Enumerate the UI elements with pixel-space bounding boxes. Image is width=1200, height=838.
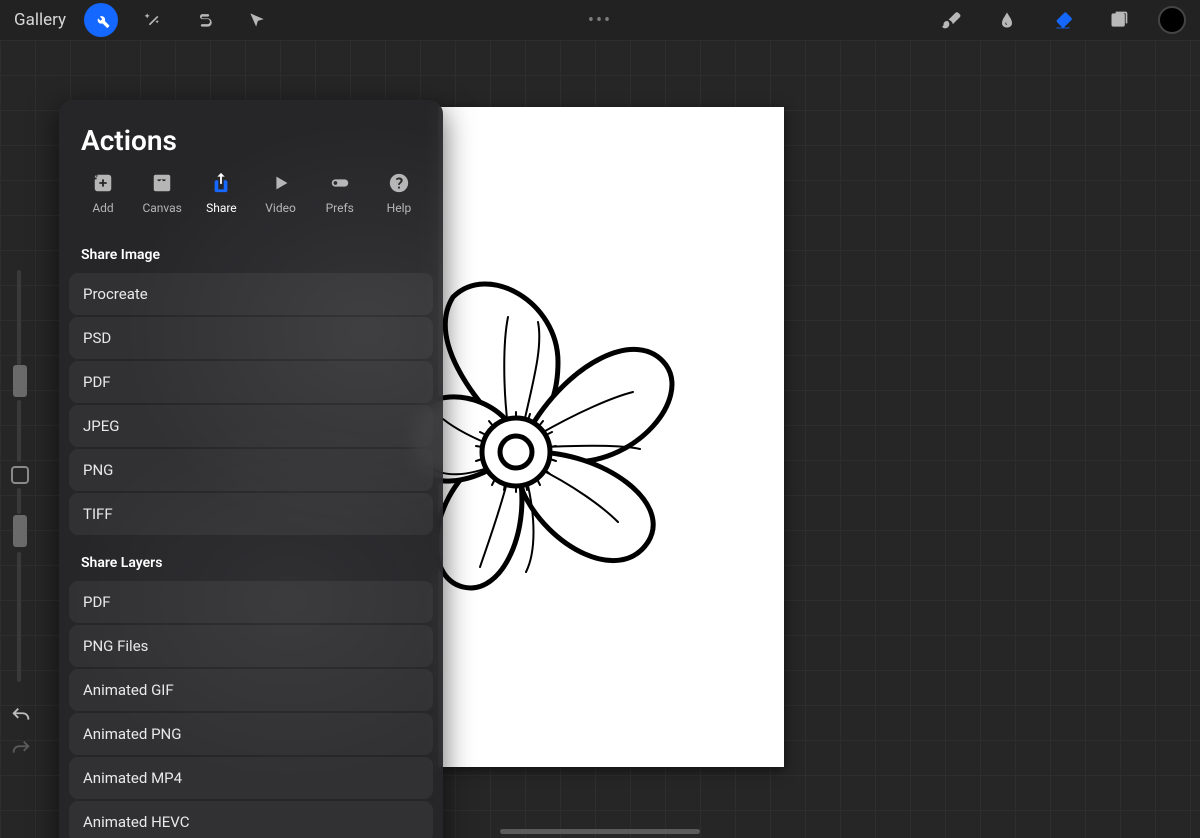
share-image-list: Procreate PSD PDF JPEG PNG TIFF xyxy=(59,273,443,535)
tab-video[interactable]: Video xyxy=(257,171,305,215)
modify-button[interactable] xyxy=(11,466,29,484)
smudge-icon[interactable] xyxy=(990,3,1024,37)
brush-size-slider-thumb[interactable] xyxy=(13,365,27,397)
share-layers-animated-png[interactable]: Animated PNG xyxy=(69,713,433,755)
share-layers-animated-mp4[interactable]: Animated MP4 xyxy=(69,757,433,799)
adjustments-wand-icon[interactable] xyxy=(136,3,170,37)
share-layers-list: PDF PNG Files Animated GIF Animated PNG … xyxy=(59,581,443,838)
share-layers-animated-hevc[interactable]: Animated HEVC xyxy=(69,801,433,838)
plus-square-icon xyxy=(89,171,117,195)
share-layers-animated-gif[interactable]: Animated GIF xyxy=(69,669,433,711)
eraser-icon[interactable] xyxy=(1046,3,1080,37)
opacity-track-upper[interactable] xyxy=(17,488,21,514)
actions-tab-row: Add Canvas Share xyxy=(59,171,443,229)
tab-canvas[interactable]: Canvas xyxy=(138,171,186,215)
selection-s-icon[interactable] xyxy=(188,3,222,37)
brush-size-track-lower[interactable] xyxy=(17,400,21,462)
opacity-slider-thumb[interactable] xyxy=(13,515,27,547)
share-up-icon xyxy=(207,171,235,195)
actions-wrench-icon[interactable] xyxy=(84,3,118,37)
home-indicator xyxy=(500,829,700,834)
top-toolbar: Gallery ••• xyxy=(0,0,1200,40)
share-pdf[interactable]: PDF xyxy=(69,361,433,403)
share-procreate[interactable]: Procreate xyxy=(69,273,433,315)
share-png[interactable]: PNG xyxy=(69,449,433,491)
gallery-link[interactable]: Gallery xyxy=(14,10,66,30)
section-share-layers: Share Layers xyxy=(59,537,443,581)
canvas-crop-icon xyxy=(148,171,176,195)
toolbar-left: Gallery xyxy=(14,3,274,37)
transform-arrow-icon[interactable] xyxy=(240,3,274,37)
tab-label: Video xyxy=(265,201,296,215)
share-layers-png-files[interactable]: PNG Files xyxy=(69,625,433,667)
workspace-grid: Actions Add Canvas xyxy=(0,40,1200,838)
brush-size-track[interactable] xyxy=(17,270,21,365)
share-layers-pdf[interactable]: PDF xyxy=(69,581,433,623)
tab-label: Canvas xyxy=(142,201,181,215)
brush-icon[interactable] xyxy=(934,3,968,37)
toolbar-right xyxy=(934,3,1186,37)
share-tiff[interactable]: TIFF xyxy=(69,493,433,535)
toggle-icon xyxy=(326,171,354,195)
modify-menu-dots-icon[interactable]: ••• xyxy=(588,10,612,31)
color-swatch[interactable] xyxy=(1158,6,1186,34)
section-share-image: Share Image xyxy=(59,229,443,273)
tab-prefs[interactable]: Prefs xyxy=(316,171,364,215)
tab-help[interactable]: Help xyxy=(375,171,423,215)
actions-popover: Actions Add Canvas xyxy=(59,100,443,838)
tab-label: Help xyxy=(387,201,412,215)
layers-icon[interactable] xyxy=(1102,3,1136,37)
tab-label: Prefs xyxy=(326,201,354,215)
tab-label: Share xyxy=(206,201,237,215)
tab-share[interactable]: Share xyxy=(197,171,245,215)
question-circle-icon xyxy=(385,171,413,195)
tab-add[interactable]: Add xyxy=(79,171,127,215)
opacity-track[interactable] xyxy=(17,552,21,682)
flower-artwork xyxy=(408,267,708,607)
popover-title: Actions xyxy=(59,100,443,171)
play-icon xyxy=(267,171,295,195)
undo-button[interactable] xyxy=(10,705,32,731)
share-psd[interactable]: PSD xyxy=(69,317,433,359)
tab-label: Add xyxy=(92,201,113,215)
app-root: Gallery ••• xyxy=(0,0,1200,838)
redo-button[interactable] xyxy=(10,738,32,764)
share-jpeg[interactable]: JPEG xyxy=(69,405,433,447)
canvas-artboard[interactable] xyxy=(438,107,784,767)
